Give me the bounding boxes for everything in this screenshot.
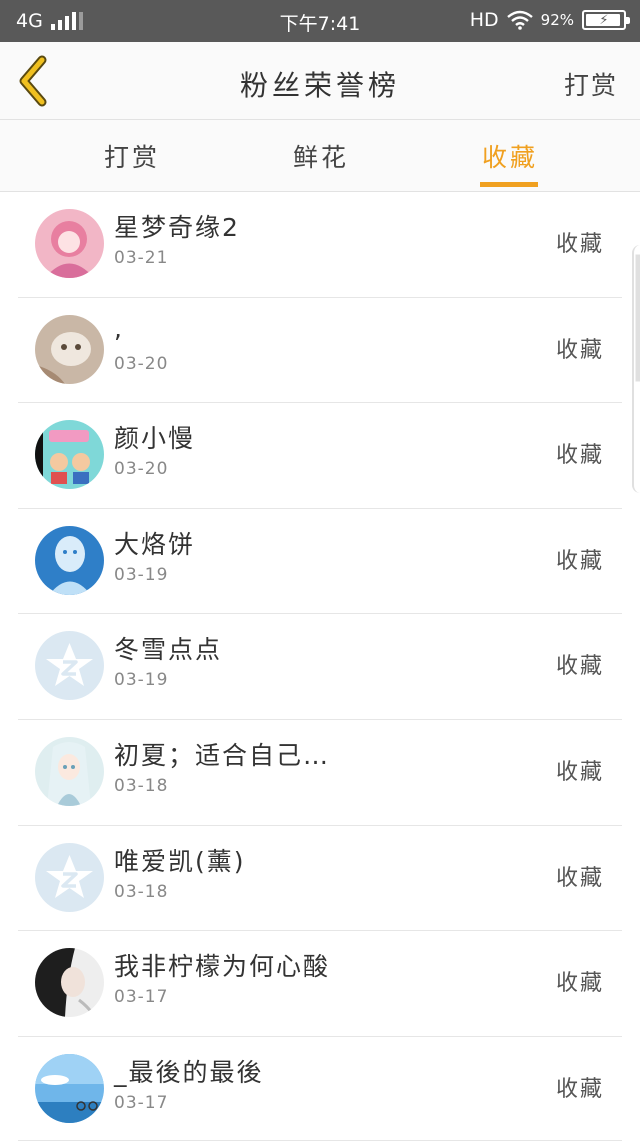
- favorite-label: 收藏: [555, 865, 604, 891]
- fan-list: 星梦奇缘2 03-21 收藏 , 03-20 收藏 颜小慢 03-20 收藏 大…: [0, 192, 640, 1141]
- fan-date: 03-19: [114, 564, 169, 585]
- avatar[interactable]: [35, 631, 104, 701]
- fan-date: 03-20: [114, 353, 169, 374]
- anime-girl-avatar-icon: [35, 736, 104, 806]
- favorite-label: 收藏: [555, 443, 604, 469]
- avatar[interactable]: [35, 314, 104, 384]
- anime-girl-avatar-icon: [35, 209, 104, 278]
- tab-flowers[interactable]: 鲜花: [293, 138, 349, 174]
- avatar[interactable]: [35, 842, 104, 912]
- fan-date: 03-18: [114, 881, 169, 902]
- battery-icon: ⚡: [582, 10, 630, 30]
- list-item[interactable]: , 03-20 收藏: [18, 298, 622, 404]
- favorite-label: 收藏: [555, 654, 604, 680]
- fan-date: 03-21: [114, 248, 169, 268]
- active-tab-indicator: [480, 182, 538, 187]
- cartoon-avatar-icon: [35, 420, 104, 490]
- battery-percent: 92%: [540, 11, 574, 29]
- avatar[interactable]: [35, 736, 104, 806]
- tab-bar: 打赏 鲜花 收藏: [0, 120, 640, 192]
- reward-button[interactable]: 打赏: [564, 66, 618, 102]
- list-item[interactable]: 初夏；适合自己… 03-18 收藏: [18, 720, 622, 826]
- sky-photo-avatar-icon: [35, 1053, 104, 1123]
- blue-face-avatar-icon: [35, 525, 104, 595]
- fan-name: ,: [114, 313, 124, 343]
- avatar[interactable]: [35, 1053, 104, 1123]
- list-item[interactable]: _最後的最後 03-17 收藏: [18, 1037, 622, 1141]
- cat-photo-avatar-icon: [35, 314, 104, 384]
- favorite-label: 收藏: [555, 759, 604, 785]
- avatar[interactable]: [35, 525, 104, 595]
- favorite-label: 收藏: [555, 548, 604, 574]
- list-item[interactable]: 我非柠檬为何心酸 03-17 收藏: [18, 931, 622, 1037]
- fan-date: 03-20: [114, 459, 169, 480]
- fan-name: 颜小慢: [114, 424, 196, 454]
- hd-label: HD: [469, 9, 499, 31]
- list-item[interactable]: 大烙饼 03-19 收藏: [18, 509, 622, 615]
- tab-favorites[interactable]: 收藏: [482, 138, 538, 174]
- status-icons: HD 92% ⚡: [469, 9, 630, 31]
- list-item[interactable]: 冬雪点点 03-19 收藏: [18, 614, 622, 720]
- avatar[interactable]: [35, 948, 104, 1018]
- page-title: 粉丝荣誉榜: [239, 69, 400, 102]
- fan-date: 03-19: [114, 670, 169, 691]
- fan-name: 唯爱凯(薰): [114, 846, 246, 876]
- fan-name: _最後的最後: [114, 1057, 264, 1087]
- scrollbar[interactable]: [632, 245, 640, 493]
- default-star-avatar-icon: [35, 631, 104, 701]
- status-bar: 4G 下午7:41 HD 92% ⚡: [0, 0, 640, 42]
- favorite-label: 收藏: [555, 232, 604, 257]
- fan-name: 大烙饼: [114, 529, 196, 559]
- tab-reward[interactable]: 打赏: [104, 138, 160, 174]
- default-star-avatar-icon: [35, 842, 104, 912]
- fan-name: 我非柠檬为何心酸: [114, 952, 331, 982]
- fan-date: 03-17: [114, 987, 169, 1008]
- fan-date: 03-18: [114, 775, 169, 796]
- fan-name: 初夏；适合自己…: [114, 740, 331, 770]
- avatar[interactable]: [35, 420, 104, 490]
- avatar[interactable]: [35, 209, 104, 278]
- fan-date: 03-17: [114, 1092, 169, 1113]
- list-item[interactable]: 颜小慢 03-20 收藏: [18, 403, 622, 509]
- wifi-icon: [506, 10, 533, 30]
- fan-name: 星梦奇缘2: [114, 213, 240, 242]
- favorite-label: 收藏: [555, 971, 604, 997]
- app-header: 粉丝荣誉榜 打赏: [0, 42, 640, 120]
- girl-photo-avatar-icon: [35, 948, 104, 1018]
- list-item[interactable]: 唯爱凯(薰) 03-18 收藏: [18, 826, 622, 932]
- fan-name: 冬雪点点: [114, 635, 223, 665]
- favorite-label: 收藏: [555, 337, 604, 363]
- favorite-label: 收藏: [555, 1076, 604, 1102]
- list-item[interactable]: 星梦奇缘2 03-21 收藏: [18, 192, 622, 298]
